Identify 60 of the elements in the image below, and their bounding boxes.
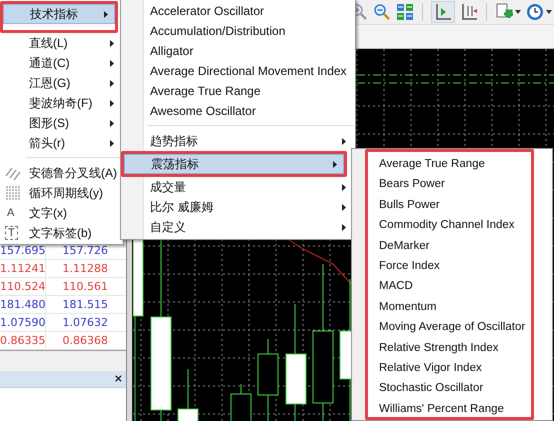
new-chart-icon[interactable] — [495, 3, 513, 21]
menu-item[interactable]: A 文字(x) — [2, 203, 121, 223]
ask-cell-text: 157.726 — [62, 243, 109, 259]
menu-item[interactable]: 箭头(r) — [2, 133, 121, 153]
menu-item[interactable]: 趋势指标 — [123, 131, 353, 151]
menu-item[interactable]: 震荡指标 — [124, 154, 344, 174]
menu-item[interactable]: Moving Average of Oscillator — [368, 317, 531, 338]
caret-icon[interactable] — [515, 10, 521, 14]
menu-item[interactable]: Average Directional Movement Index — [123, 61, 353, 81]
chart-shift-button[interactable] — [431, 1, 455, 23]
bid-cell: 110.524 — [0, 278, 46, 295]
cycle-lines-icon — [5, 185, 21, 201]
ask-cell-text: 1.07632 — [62, 315, 109, 331]
menu-item[interactable]: Momentum — [368, 296, 531, 318]
menu-item[interactable]: 比尔 威廉姆 — [123, 197, 353, 217]
menu-item[interactable]: Relative Vigor Index — [368, 358, 531, 378]
zoom-out-icon[interactable] — [373, 3, 391, 21]
bid-cell: 0.86335 — [0, 332, 46, 349]
ask-cell-text: 1.11288 — [62, 261, 109, 277]
menu-item[interactable]: Bulls Power — [368, 194, 531, 216]
menu-item[interactable]: Awesome Oscillator — [123, 101, 353, 121]
menu-item[interactable]: 成交量 — [123, 177, 353, 197]
text-icon: A — [7, 204, 14, 222]
ask-cell-text: 0.86368 — [62, 333, 109, 349]
menu-item[interactable]: Stochastic Oscillator — [368, 378, 531, 399]
menu-item[interactable]: 直线(L) — [2, 33, 121, 53]
menu-item[interactable]: 自定义 — [123, 217, 353, 237]
ask-cell-text: 110.561 — [62, 279, 109, 295]
bid-cell: 181.480 — [0, 296, 46, 313]
menu-item[interactable]: Alligator — [123, 41, 353, 61]
menu-item[interactable]: 安德鲁分叉线(A) — [2, 163, 121, 183]
pitchfork-icon — [5, 165, 21, 181]
menu-item[interactable]: 斐波纳奇(F) — [2, 93, 121, 113]
menu-item[interactable]: Bears Power — [368, 174, 531, 195]
candle — [178, 368, 198, 421]
menu-item[interactable]: 图形(S) — [2, 113, 121, 133]
menu-item[interactable]: Williams' Percent Range — [368, 398, 531, 420]
menu-item[interactable]: Relative Strength Index — [368, 338, 531, 358]
tile-windows-icon[interactable] — [396, 3, 414, 21]
menu-item[interactable]: Average True Range — [368, 154, 531, 174]
menu-item[interactable]: 通道(C) — [2, 53, 121, 73]
menu-item[interactable]: Accelerator Oscillator — [123, 1, 353, 21]
caret-icon[interactable] — [546, 10, 552, 14]
bid-cell: 1.11241 — [0, 260, 46, 277]
menu-item[interactable]: DeMarker — [368, 236, 531, 256]
menu-item[interactable]: T 文字标签(b) — [2, 223, 121, 243]
close-button[interactable]: × — [114, 372, 123, 386]
menu-item[interactable]: Commodity Channel Index — [368, 215, 531, 236]
bid-cell: 1.07590 — [0, 314, 46, 331]
menu-item[interactable]: Accumulation/Distribution — [123, 21, 353, 41]
menu-item[interactable]: Force Index — [368, 256, 531, 276]
autoscroll-icon[interactable] — [460, 3, 478, 21]
menu-item[interactable]: 江恩(G) — [2, 73, 121, 93]
text-label-icon: T — [5, 226, 18, 240]
clock-icon[interactable] — [526, 3, 544, 21]
menu-item[interactable]: Average True Range — [123, 81, 353, 101]
ask-cell-text: 181.515 — [62, 297, 109, 313]
menu-item[interactable]: 技术指标 — [3, 4, 115, 24]
menu-item[interactable]: 循环周期线(y) — [2, 183, 121, 203]
menu-item[interactable]: MACD — [368, 276, 531, 297]
